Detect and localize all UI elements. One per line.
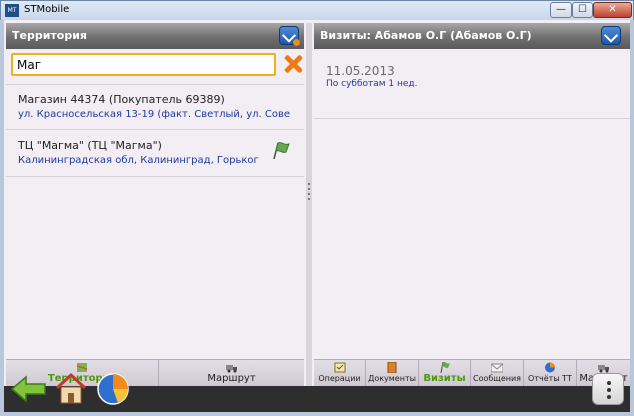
panel-splitter[interactable] <box>306 23 312 386</box>
window-frame: Территория Магазин 44374 (Покупатель 693… <box>0 20 634 416</box>
maximize-button[interactable]: ☐ <box>572 2 593 18</box>
clear-search-icon[interactable] <box>281 52 305 76</box>
tab-route-label: Маршрут <box>207 373 256 384</box>
documents-icon <box>387 362 397 373</box>
splitter-grip-dot <box>308 183 310 185</box>
tab-messages-label: Сообщения <box>472 374 521 383</box>
reports-pie-icon[interactable] <box>96 372 130 406</box>
tab-messages[interactable]: Сообщения <box>471 360 524 387</box>
visits-dropdown-button[interactable] <box>601 26 621 45</box>
menu-dot-icon <box>607 395 611 399</box>
close-button[interactable]: ✕ <box>593 2 632 18</box>
territory-panel-body: Магазин 44374 (Покупатель 69389) ул. Кра… <box>6 49 304 359</box>
outlet-name: Магазин 44374 (Покупатель 69389) <box>18 93 225 106</box>
tab-visits-label: Визиты <box>423 373 466 384</box>
tab-reports[interactable]: Отчёты ТТ <box>524 360 577 387</box>
window-titlebar: MT STMobile — ☐ ✕ <box>0 0 634 20</box>
tab-route[interactable]: Маршрут <box>159 360 304 387</box>
tab-reports-label: Отчёты ТТ <box>528 374 572 383</box>
maximize-icon: ☐ <box>578 4 587 15</box>
close-icon: ✕ <box>608 4 617 15</box>
tab-documents[interactable]: Документы <box>366 360 419 387</box>
visit-schedule: По субботам 1 нед. <box>326 79 418 89</box>
back-arrow-icon[interactable] <box>10 374 48 404</box>
route-truck-icon <box>225 365 237 373</box>
notification-dot-icon <box>293 39 300 46</box>
splitter-grip-dot <box>308 198 310 200</box>
minimize-icon: — <box>556 4 566 15</box>
territory-panel-header: Территория <box>6 23 304 49</box>
messages-icon <box>491 363 503 373</box>
more-menu-button[interactable] <box>592 373 624 405</box>
minimize-button[interactable]: — <box>550 2 572 18</box>
outlet-address: ул. Красносельская 13-19 (факт. Светлый,… <box>18 109 291 120</box>
visits-panel-title: Визиты: Абамов О.Г (Абамов О.Г) <box>320 29 532 42</box>
app-logo-icon: MT <box>5 4 19 17</box>
list-item[interactable]: Магазин 44374 (Покупатель 69389) ул. Кра… <box>6 84 304 130</box>
visit-date: 11.05.2013 <box>326 64 395 78</box>
visits-panel-body <box>314 49 630 359</box>
splitter-grip-dot <box>308 188 310 190</box>
tab-documents-label: Документы <box>368 374 416 383</box>
reports-icon <box>545 362 555 373</box>
visits-panel-header: Визиты: Абамов О.Г (Абамов О.Г) <box>314 23 630 49</box>
tab-visits[interactable]: Визиты <box>419 360 471 387</box>
menu-dot-icon <box>607 381 611 385</box>
territory-search-input[interactable] <box>11 53 276 76</box>
route-truck-icon <box>597 365 609 373</box>
app-client-area: Территория Магазин 44374 (Покупатель 693… <box>4 20 630 412</box>
splitter-grip-dot <box>308 193 310 195</box>
operations-icon <box>334 362 345 373</box>
window-title: STMobile <box>24 4 70 15</box>
territory-tabbar: Территория Маршрут <box>6 359 304 387</box>
visits-flag-icon <box>440 362 450 373</box>
tab-operations[interactable]: Операции <box>314 360 366 387</box>
visited-flag-icon <box>273 142 290 160</box>
outlet-name: ТЦ "Магма" (ТЦ "Магма") <box>18 139 162 152</box>
territory-dropdown-button[interactable] <box>279 26 300 46</box>
visits-tabbar: Операции Документы Визиты Сообщения Отчё… <box>314 359 630 387</box>
list-item[interactable]: ТЦ "Магма" (ТЦ "Магма") Калининградская … <box>6 131 304 177</box>
territory-panel-title: Территория <box>12 29 87 42</box>
menu-dot-icon <box>607 388 611 392</box>
outlet-address: Калининградская обл, Калининград, Горько… <box>18 155 259 166</box>
home-icon[interactable] <box>54 372 88 406</box>
tab-operations-label: Операции <box>318 374 361 383</box>
